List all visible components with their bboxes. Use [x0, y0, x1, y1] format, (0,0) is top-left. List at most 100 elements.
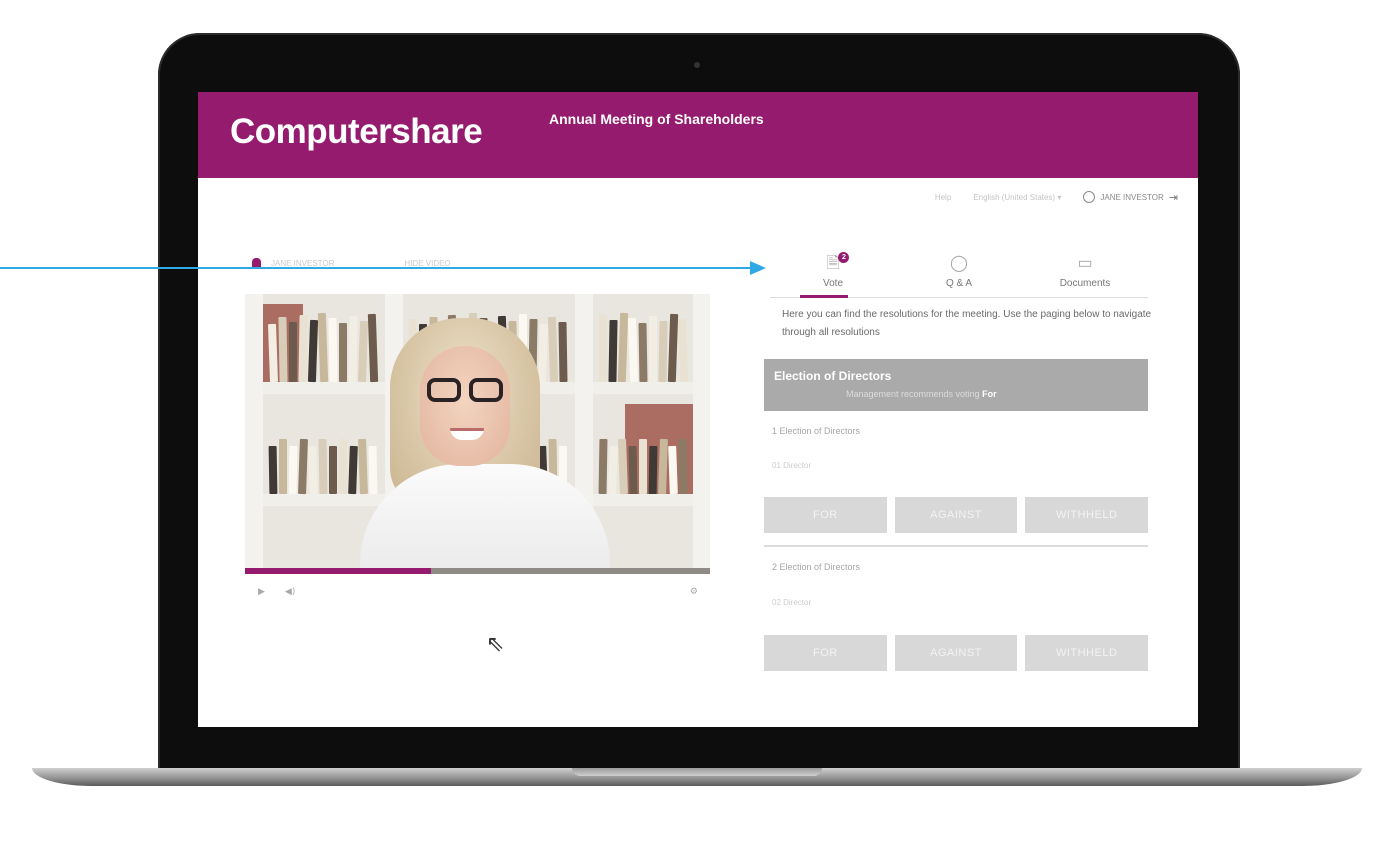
- help-link[interactable]: Help: [935, 193, 951, 202]
- language-select[interactable]: English (United States) ▾: [973, 193, 1061, 202]
- book: [357, 320, 369, 383]
- language-select-value: English (United States): [973, 192, 1056, 202]
- tab-qa[interactable]: ◯ Q & A: [896, 244, 1022, 297]
- vote-count-badge: 2: [838, 252, 850, 263]
- vote-intro-text: Here you can find the resolutions for th…: [782, 309, 1152, 338]
- book: [367, 313, 379, 383]
- recommendation-value: For: [982, 389, 997, 399]
- book: [318, 438, 328, 495]
- volume-icon[interactable]: ◀): [285, 587, 295, 597]
- book: [627, 317, 639, 383]
- tab-vote[interactable]: 🗎 2 Vote: [770, 244, 896, 298]
- book: [667, 313, 679, 383]
- book: [298, 314, 308, 383]
- book: [288, 445, 298, 495]
- panel-tabs: 🗎 2 Vote ◯ Q & A ▭ Documents: [770, 244, 1148, 298]
- book: [668, 445, 678, 495]
- gear-icon[interactable]: ⚙: [690, 587, 698, 597]
- shelf-post: [693, 294, 710, 574]
- book: [328, 317, 338, 383]
- meeting-title: Annual Meeting of Shareholders: [549, 111, 764, 127]
- shelf-post: [245, 294, 263, 574]
- glasses-lens: [469, 378, 503, 402]
- book: [598, 438, 608, 495]
- book: [608, 445, 618, 495]
- book: [537, 323, 549, 383]
- video-progress-bar[interactable]: [245, 568, 710, 574]
- resolution-header: Election of Directors Management recomme…: [764, 359, 1148, 411]
- folder-icon: ▭: [1077, 255, 1093, 272]
- book: [558, 321, 568, 383]
- document-icon: 🗎 2: [827, 252, 850, 272]
- book: [658, 320, 668, 383]
- book: [649, 316, 657, 382]
- presenter-glasses: [427, 378, 505, 404]
- vote-buttons-row: FOR AGAINST WITHHELD: [764, 497, 1149, 533]
- book: [617, 312, 629, 383]
- tab-vote-label: Vote: [822, 278, 844, 289]
- tab-qa-label: Q & A: [945, 278, 973, 289]
- book: [308, 445, 318, 495]
- tab-documents[interactable]: ▭ Documents: [1022, 244, 1148, 297]
- brand-logo[interactable]: Computershare: [230, 112, 483, 152]
- laptop-notch: [572, 768, 822, 776]
- utility-bar: Help English (United States) ▾ JANE INVE…: [848, 186, 1178, 208]
- book: [317, 312, 329, 383]
- book: [329, 446, 337, 494]
- resolution-item-sub: 01 Director: [772, 461, 812, 470]
- play-icon[interactable]: ▶: [258, 587, 265, 597]
- vote-for-button[interactable]: FOR: [764, 635, 887, 671]
- mouse-cursor-icon: ⇖: [486, 632, 505, 657]
- resolution-title: Election of Directors: [774, 369, 892, 383]
- book: [307, 319, 319, 383]
- book: [279, 439, 287, 494]
- vote-withheld-button[interactable]: WITHHELD: [1025, 497, 1149, 533]
- book: [677, 318, 689, 383]
- book: [338, 438, 348, 495]
- divider: [764, 545, 1148, 547]
- resolution-item-label: 2 Election of Directors: [772, 562, 861, 572]
- book: [348, 315, 358, 383]
- book: [268, 445, 278, 495]
- tab-documents-label: Documents: [1059, 278, 1111, 289]
- user-menu[interactable]: JANE INVESTOR ⇥: [1083, 191, 1178, 204]
- book: [628, 445, 638, 495]
- app-header: Computershare Annual Meeting of Sharehol…: [198, 92, 1198, 178]
- vote-against-button[interactable]: AGAINST: [894, 497, 1018, 533]
- vote-buttons-row: FOR AGAINST WITHHELD: [764, 635, 1149, 671]
- glasses-lens: [427, 378, 461, 402]
- player-controls: ▶ ◀) ⚙: [258, 585, 698, 599]
- book: [298, 438, 308, 495]
- vote-for-button[interactable]: FOR: [764, 497, 887, 533]
- vote-against-button[interactable]: AGAINST: [894, 635, 1018, 671]
- book: [368, 445, 378, 495]
- book: [278, 316, 288, 383]
- book: [339, 323, 347, 382]
- user-circle-icon: [1083, 191, 1096, 203]
- book: [348, 445, 358, 495]
- chat-bubble-icon: ◯: [950, 255, 968, 272]
- management-recommendation: Management recommends voting For: [846, 389, 997, 399]
- recommendation-prefix: Management recommends voting: [846, 389, 980, 399]
- book: [608, 319, 618, 383]
- annotation-arrow-line: [0, 267, 752, 269]
- book: [358, 438, 368, 495]
- vote-withheld-button[interactable]: WITHHELD: [1025, 635, 1149, 671]
- logout-icon[interactable]: ⇥: [1169, 191, 1178, 204]
- resolution-item-label: 1 Election of Directors: [772, 426, 861, 436]
- book: [599, 315, 607, 382]
- video-player[interactable]: [245, 294, 710, 574]
- book: [639, 439, 647, 494]
- presenter-face: [420, 346, 510, 466]
- annotation-arrow-head: [750, 261, 766, 275]
- book: [638, 322, 648, 383]
- user-name: JANE INVESTOR: [1100, 192, 1164, 202]
- book: [648, 445, 658, 495]
- webcam: [694, 62, 700, 68]
- book: [678, 438, 688, 495]
- book: [547, 316, 559, 383]
- video-progress-fill: [245, 568, 431, 574]
- book: [289, 322, 297, 382]
- laptop-screen: Computershare Annual Meeting of Sharehol…: [198, 92, 1198, 727]
- resolution-item-sub: 02 Director: [772, 598, 812, 607]
